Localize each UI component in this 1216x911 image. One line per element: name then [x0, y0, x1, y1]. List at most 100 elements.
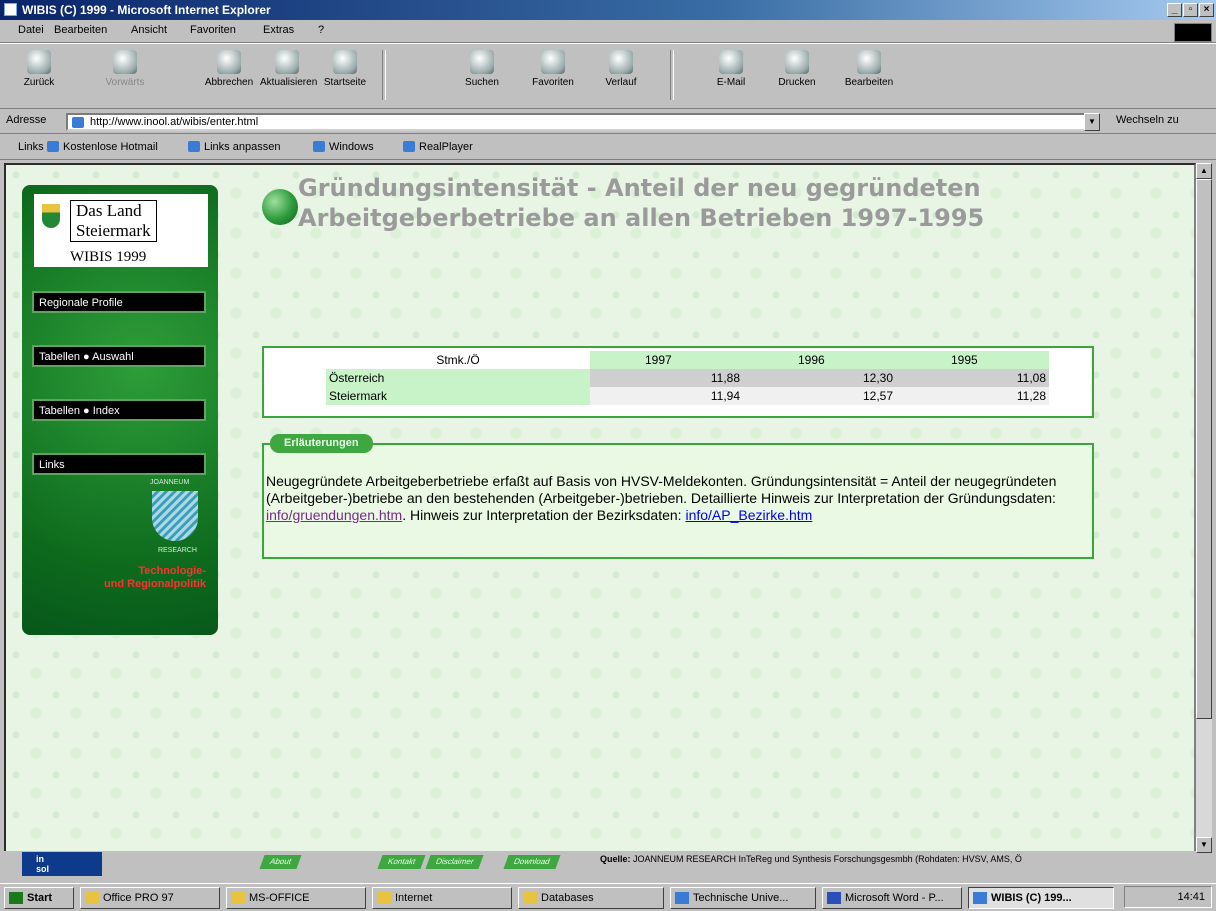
task-databases[interactable]: Databases: [518, 887, 664, 909]
system-tray: 14:41: [1124, 886, 1212, 908]
folder-icon: [523, 892, 537, 904]
print-icon: [785, 50, 809, 74]
print-button[interactable]: Drucken: [770, 48, 824, 104]
forward-button[interactable]: Vorwärts: [98, 48, 152, 104]
scroll-thumb[interactable]: [1196, 179, 1212, 719]
task-ms-office[interactable]: MS-OFFICE: [226, 887, 366, 909]
search-icon: [470, 50, 494, 74]
title-bar: WIBIS (C) 1999 - Microsoft Internet Expl…: [0, 0, 1216, 20]
taskbar: Start Office PRO 97 MS-OFFICE Internet D…: [0, 883, 1216, 911]
back-arrow-icon: [27, 50, 51, 74]
table-cell: 11,94: [590, 387, 743, 405]
row-label: Österreich: [326, 369, 590, 387]
favorites-button[interactable]: Favoriten: [526, 48, 580, 104]
logo-text: Das Land Steiermark: [70, 200, 157, 242]
windows-logo-icon: [1174, 23, 1212, 42]
tab-disclaimer[interactable]: Disclaimer: [425, 855, 484, 869]
table-cell: 12,30: [743, 369, 896, 387]
stop-icon: [217, 50, 241, 74]
task-technische-universitaet[interactable]: Technische Unive...: [670, 887, 816, 909]
scroll-down-button[interactable]: ▼: [1196, 837, 1212, 853]
menu-bar: Datei Bearbeiten Ansicht Favoriten Extra…: [0, 20, 1216, 43]
link-windows[interactable]: Windows: [313, 141, 374, 153]
link-icon: [188, 141, 200, 152]
table-cell: 11,28: [896, 387, 1049, 405]
steiermark-logo[interactable]: Das Land Steiermark WIBIS 1999: [34, 194, 208, 267]
toolbar-separator: [382, 50, 386, 100]
folder-icon: [231, 892, 245, 904]
table-row: Steiermark 11,94 12,57 11,28: [326, 387, 1049, 405]
tab-about[interactable]: About: [259, 855, 302, 869]
nav-links[interactable]: Links: [32, 453, 206, 475]
table-header-year: 1996: [743, 351, 896, 369]
tab-kontakt[interactable]: Kontakt: [377, 855, 426, 869]
clock[interactable]: 14:41: [1177, 891, 1205, 903]
address-input[interactable]: http://www.inool.at/wibis/enter.html: [66, 113, 1092, 131]
refresh-icon: [275, 50, 299, 74]
search-button[interactable]: Suchen: [455, 48, 509, 104]
ie-icon: [973, 892, 987, 904]
refresh-button[interactable]: Aktualisieren: [260, 48, 317, 104]
menu-extras[interactable]: Extras: [263, 24, 294, 36]
address-label: Adresse: [6, 114, 47, 126]
edit-icon: [857, 50, 881, 74]
tab-download[interactable]: Download: [503, 855, 561, 869]
menu-datei[interactable]: Datei: [18, 24, 44, 36]
edit-button[interactable]: Bearbeiten: [842, 48, 896, 104]
scroll-up-button[interactable]: ▲: [1196, 163, 1212, 179]
links-label: Links: [18, 141, 44, 153]
link-icon: [403, 141, 415, 152]
ie-icon: [4, 3, 17, 16]
link-anpassen[interactable]: Links anpassen: [188, 141, 280, 153]
go-button[interactable]: Wechseln zu: [1116, 114, 1179, 126]
task-wibis[interactable]: WIBIS (C) 199...: [968, 887, 1114, 909]
history-button[interactable]: Verlauf: [594, 48, 648, 104]
table-cell: 12,57: [743, 387, 896, 405]
mail-icon: [719, 50, 743, 74]
wibis-label: WIBIS 1999: [70, 249, 147, 265]
menu-help[interactable]: ?: [318, 24, 324, 36]
table-row: Österreich 11,88 12,30 11,08: [326, 369, 1049, 387]
back-button[interactable]: Zurück: [12, 48, 66, 104]
nav-regionale-profile[interactable]: Regionale Profile: [32, 291, 206, 313]
table-cell: 11,88: [590, 369, 743, 387]
link-hotmail[interactable]: Kostenlose Hotmail: [47, 141, 158, 153]
green-ball-icon: [262, 189, 298, 225]
folder-icon: [85, 892, 99, 904]
joanneum-research-logo[interactable]: JOANNEUM RESEARCH: [140, 479, 202, 569]
link-realplayer[interactable]: RealPlayer: [403, 141, 473, 153]
mail-button[interactable]: E-Mail: [704, 48, 758, 104]
task-internet[interactable]: Internet: [372, 887, 512, 909]
toolbar: Zurück Vorwärts Abbrechen Aktualisieren …: [0, 43, 1216, 109]
minimize-button[interactable]: _: [1167, 3, 1182, 17]
nav-tabellen-auswahl[interactable]: Tabellen ● Auswahl: [32, 345, 206, 367]
address-dropdown-button[interactable]: ▼: [1084, 113, 1100, 131]
explanation-tab: Erläuterungen: [270, 434, 373, 453]
task-microsoft-word[interactable]: Microsoft Word - P...: [822, 887, 962, 909]
word-icon: [827, 892, 841, 904]
table-header-year: 1997: [590, 351, 743, 369]
side-navigation: Das Land Steiermark WIBIS 1999 Regionale…: [22, 185, 218, 635]
link-ap-bezirke[interactable]: info/AP_Bezirke.htm: [685, 507, 812, 523]
link-gruendungen[interactable]: info/gruendungen.htm: [266, 507, 402, 523]
stop-button[interactable]: Abbrechen: [202, 48, 256, 104]
window-icon: [675, 892, 689, 904]
forward-arrow-icon: [113, 50, 137, 74]
maximize-button[interactable]: ▫: [1183, 3, 1198, 17]
favorites-icon: [541, 50, 565, 74]
menu-bearbeiten[interactable]: Bearbeiten: [54, 24, 107, 36]
folder-icon: [377, 892, 391, 904]
toolbar-separator: [670, 50, 674, 100]
nav-tabellen-index[interactable]: Tabellen ● Index: [32, 399, 206, 421]
start-button[interactable]: Start: [4, 887, 74, 909]
task-office-pro[interactable]: Office PRO 97: [80, 887, 220, 909]
menu-favoriten[interactable]: Favoriten: [190, 24, 236, 36]
explanation-text: Neugegründete Arbeitgeberbetriebe erfaßt…: [266, 473, 1057, 523]
menu-ansicht[interactable]: Ansicht: [131, 24, 167, 36]
instant-solutions-logo[interactable]: in sol: [22, 852, 102, 876]
home-button[interactable]: Startseite: [318, 48, 372, 104]
vertical-scrollbar[interactable]: ▲ ▼: [1196, 163, 1212, 853]
close-button[interactable]: ×: [1199, 3, 1214, 17]
window-title: WIBIS (C) 1999 - Microsoft Internet Expl…: [22, 3, 271, 17]
technologie-regionalpolitik-label: Technologie- und Regionalpolitik: [103, 565, 206, 590]
